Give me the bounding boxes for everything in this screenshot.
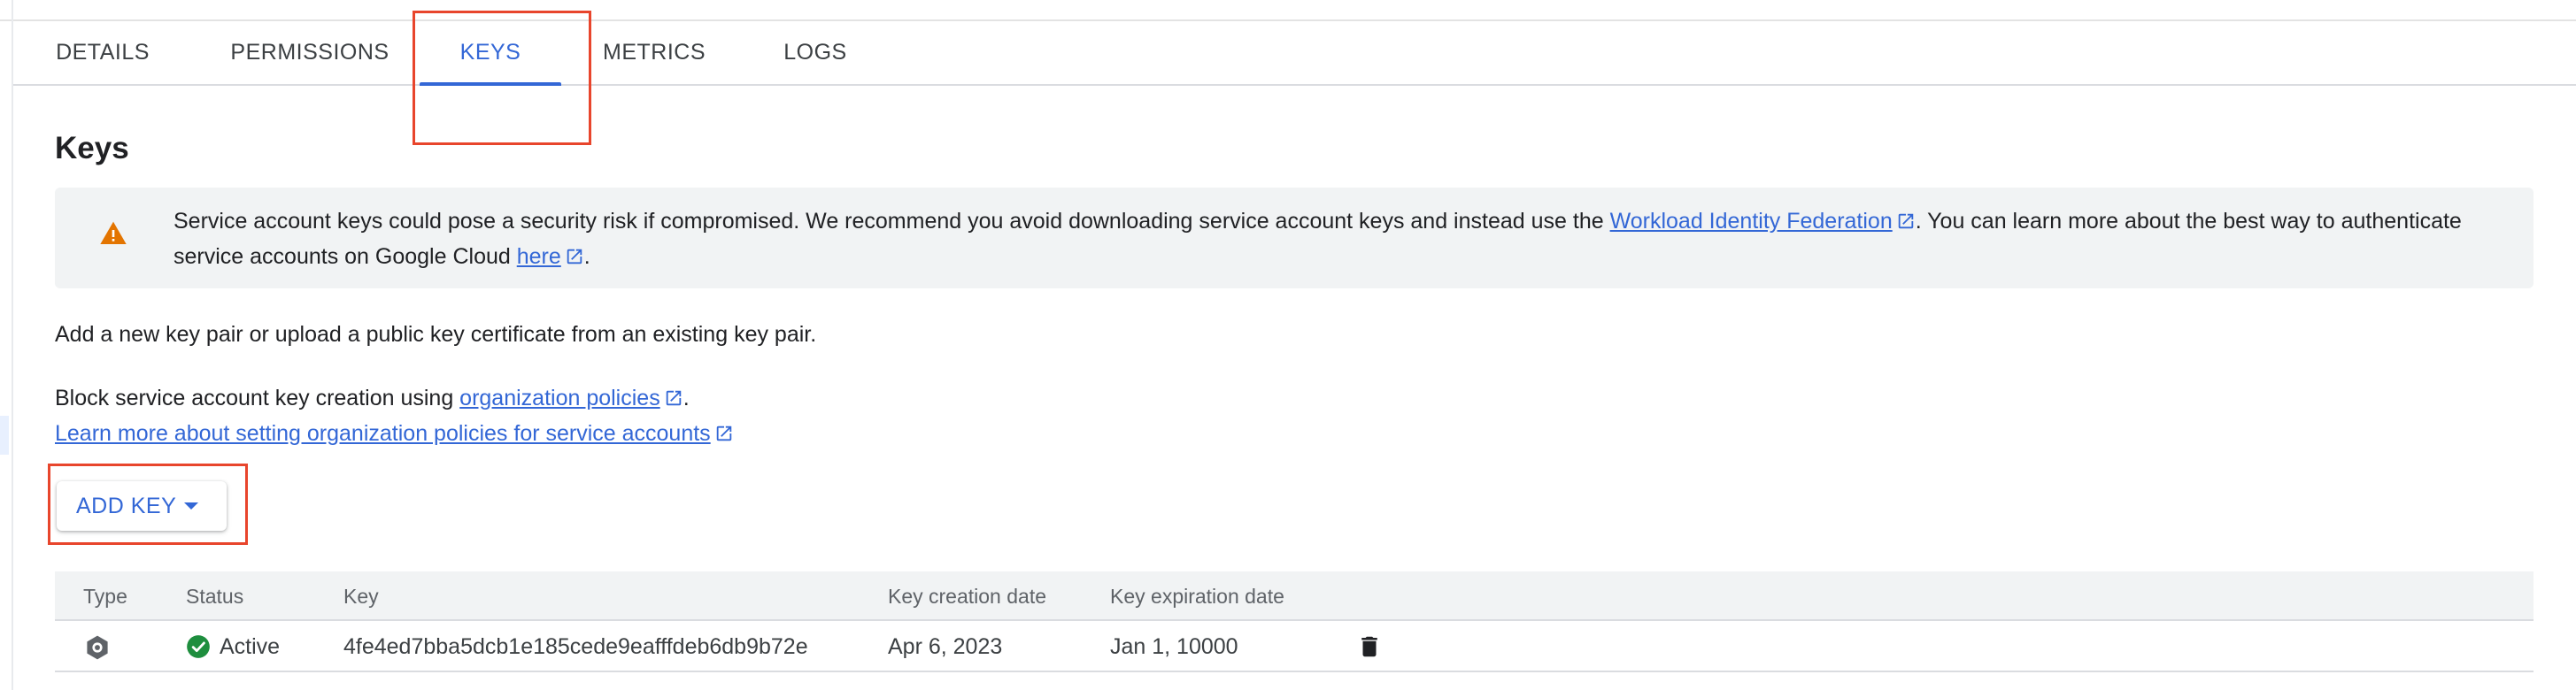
key-id-cell: 4fe4ed7bba5dcb1e185cede9eafffdeb6db9b72e	[343, 634, 808, 659]
organization-policies-link[interactable]: organization policies	[459, 386, 660, 410]
block-key-creation-text: Block service account key creation using…	[55, 380, 690, 416]
security-warning-banner: Service account keys could pose a securi…	[55, 188, 2534, 288]
table-row: Active 4fe4ed7bba5dcb1e185cede9eafffdeb6…	[55, 621, 2534, 672]
tab-metrics[interactable]: METRICS	[602, 21, 706, 84]
workload-identity-federation-link[interactable]: Workload Identity Federation	[1610, 209, 1893, 234]
learn-more-org-policies-link[interactable]: Learn more about setting organization po…	[55, 421, 711, 446]
external-link-icon	[567, 249, 582, 264]
table-header: Type Status Key Key creation date Key ex…	[55, 571, 2534, 621]
tab-permissions[interactable]: PERMISSIONS	[228, 21, 392, 84]
tab-keys[interactable]: KEYS	[420, 21, 561, 86]
add-key-button[interactable]: ADD KEY	[57, 481, 227, 531]
column-header-expiration-date: Key expiration date	[1110, 585, 1284, 608]
add-key-description: Add a new key pair or upload a public ke…	[55, 322, 817, 347]
creation-date-cell: Apr 6, 2023	[888, 634, 1003, 659]
page-title: Keys	[55, 131, 129, 165]
column-header-status: Status	[186, 585, 244, 608]
warning-text-before: Service account keys could pose a securi…	[174, 209, 1610, 234]
warning-text-after: .	[583, 244, 590, 269]
external-link-icon	[716, 426, 731, 441]
column-header-creation-date: Key creation date	[888, 585, 1047, 608]
external-link-icon	[1898, 213, 1913, 229]
delete-icon[interactable]	[1356, 632, 1383, 661]
status-cell: Active	[186, 621, 280, 672]
status-text: Active	[220, 634, 281, 659]
tab-logs[interactable]: LOGS	[783, 21, 848, 84]
external-link-icon	[666, 390, 681, 406]
expiration-date-cell: Jan 1, 10000	[1110, 634, 1238, 659]
gear-key-icon	[87, 635, 108, 660]
warning-message: Service account keys could pose a securi…	[174, 203, 2510, 274]
block-text-after: .	[683, 386, 690, 410]
keys-table: Type Status Key Key creation date Key ex…	[55, 571, 2534, 672]
caret-down-icon	[184, 502, 198, 510]
auth-best-practices-link[interactable]: here	[517, 244, 561, 269]
left-divider	[12, 0, 13, 690]
add-key-label: ADD KEY	[76, 494, 177, 518]
check-circle-icon	[187, 635, 210, 658]
tab-bar: DETAILS PERMISSIONS KEYS METRICS LOGS	[13, 21, 2576, 86]
tab-details[interactable]: DETAILS	[56, 21, 150, 84]
column-header-type: Type	[83, 585, 127, 608]
block-text: Block service account key creation using	[55, 386, 460, 410]
column-header-key: Key	[343, 585, 379, 608]
learn-more-paragraph: Learn more about setting organization po…	[55, 416, 734, 451]
left-accent-marker	[0, 416, 9, 455]
warning-triangle-icon	[100, 221, 127, 244]
page: DETAILS PERMISSIONS KEYS METRICS LOGS Ke…	[0, 0, 2576, 690]
